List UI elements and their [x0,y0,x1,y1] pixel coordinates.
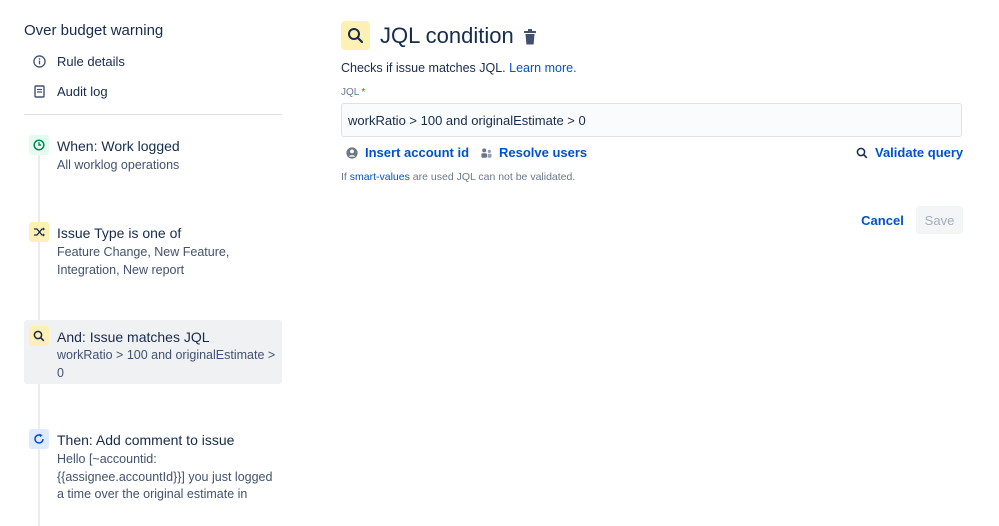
rule-details-label: Rule details [57,54,125,69]
audit-log-link[interactable]: Audit log [32,84,108,99]
component-condition-issue-type[interactable]: Issue Type is one of Feature Change, New… [24,217,282,281]
people-icon [479,146,493,160]
smart-values-note: If smart-values are used JQL can not be … [341,171,575,183]
sidebar-divider [24,114,282,115]
help-description: Checks if issue matches JQL. [341,61,506,75]
shuffle-icon [29,222,49,242]
document-icon [32,85,46,99]
rule-name: Over budget warning [24,22,164,39]
user-icon [345,146,359,160]
help-text: Checks if issue matches JQL. Learn more. [341,61,577,75]
save-button[interactable]: Save [916,206,963,234]
cancel-button[interactable]: Cancel [855,207,910,234]
component-description: workRatio > 100 and originalEstimate > 0 [57,348,276,380]
component-condition-jql[interactable]: And: Issue matches JQL workRatio > 100 a… [24,320,282,384]
smart-values-link[interactable]: smart-values [350,171,410,183]
component-title: When: Work logged [57,138,180,154]
resolve-users-label: Resolve users [499,145,588,160]
component-title: Then: Add comment to issue [57,432,235,448]
component-description: All worklog operations [57,158,180,172]
component-trigger-work-logged[interactable]: When: Work logged All worklog operations [24,130,282,178]
insert-account-id-label: Insert account id [365,145,470,160]
component-description: Hello [~accountid: {{assignee.accountId}… [57,452,273,501]
rule-details-link[interactable]: Rule details [32,54,125,69]
validate-query-button[interactable]: Validate query [855,145,963,160]
jql-label-text: JQL [341,87,360,98]
validate-query-label: Validate query [875,145,964,160]
required-marker: * [361,87,366,98]
delete-trash-icon[interactable] [522,28,538,46]
jql-field-label: JQL * [341,87,365,98]
info-icon [32,55,46,69]
component-title: Issue Type is one of [57,225,182,241]
insert-account-id-button[interactable]: Insert account id [345,145,469,160]
magnifier-icon [855,146,869,160]
search-icon [29,326,49,346]
page-title: JQL condition [380,23,514,48]
clock-icon [29,135,49,155]
resolve-users-button[interactable]: Resolve users [479,145,587,160]
learn-more-link[interactable]: Learn more. [509,61,576,75]
note-prefix: If [341,171,347,183]
jql-condition-icon [341,21,370,50]
component-action-add-comment[interactable]: Then: Add comment to issue Hello [~accou… [24,424,282,514]
jql-input[interactable] [341,103,962,137]
component-title: And: Issue matches JQL [57,329,210,345]
refresh-icon [29,429,49,449]
audit-log-label: Audit log [57,84,108,99]
component-description: Feature Change, New Feature, Integration… [57,245,230,277]
note-suffix: are used JQL can not be validated. [412,171,576,183]
